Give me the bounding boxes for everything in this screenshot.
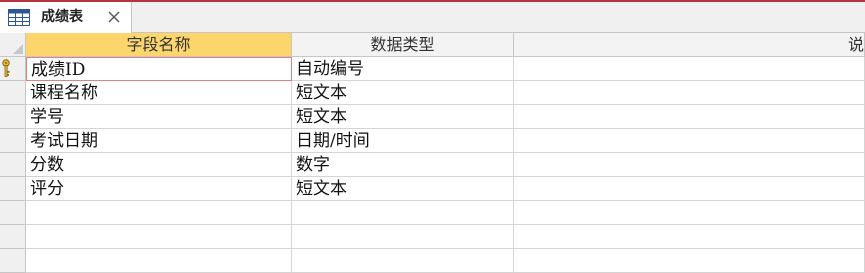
- primary-key-icon: [2, 59, 10, 77]
- row-selector[interactable]: [0, 225, 26, 249]
- table-row: 课程名称 短文本: [0, 81, 865, 105]
- table-row: [0, 225, 865, 249]
- data-type-cell[interactable]: 短文本: [292, 105, 514, 129]
- field-name-cell[interactable]: 考试日期: [26, 129, 292, 153]
- description-cell[interactable]: [514, 105, 865, 129]
- data-type-cell[interactable]: 自动编号: [292, 57, 514, 81]
- row-selector[interactable]: [0, 177, 26, 201]
- description-cell[interactable]: [514, 129, 865, 153]
- document-tab-score-table[interactable]: 成绩表: [0, 2, 132, 33]
- field-name-cell[interactable]: [26, 201, 292, 225]
- data-type-cell[interactable]: [292, 249, 514, 273]
- column-header-description[interactable]: 说: [514, 33, 865, 57]
- description-cell[interactable]: [514, 225, 865, 249]
- field-name-cell[interactable]: 学号: [26, 105, 292, 129]
- table-row: [0, 249, 865, 273]
- data-type-cell[interactable]: 短文本: [292, 177, 514, 201]
- field-name-cell[interactable]: [26, 249, 292, 273]
- field-name-cell[interactable]: 成绩ID: [26, 57, 292, 81]
- select-all-corner[interactable]: [0, 33, 26, 57]
- data-type-cell[interactable]: [292, 201, 514, 225]
- table-design-grid: 字段名称 数据类型 说 成绩ID 自动编号 课程名称 短文本 学号 短文本 考试日期 日期/时…: [0, 33, 865, 273]
- row-selector[interactable]: [0, 129, 26, 153]
- column-header-row: 字段名称 数据类型 说: [0, 33, 865, 57]
- field-name-cell[interactable]: 分数: [26, 153, 292, 177]
- row-selector[interactable]: [0, 201, 26, 225]
- field-name-cell[interactable]: 课程名称: [26, 81, 292, 105]
- data-type-cell[interactable]: [292, 225, 514, 249]
- row-selector[interactable]: [0, 249, 26, 273]
- table-row: 考试日期 日期/时间: [0, 129, 865, 153]
- close-icon[interactable]: [106, 9, 122, 25]
- data-type-cell[interactable]: 数字: [292, 153, 514, 177]
- description-cell[interactable]: [514, 57, 865, 81]
- data-type-cell[interactable]: 短文本: [292, 81, 514, 105]
- field-name-cell[interactable]: 评分: [26, 177, 292, 201]
- field-name-cell[interactable]: [26, 225, 292, 249]
- corner-triangle-icon: [13, 44, 23, 54]
- table-row: 分数 数字: [0, 153, 865, 177]
- data-type-cell[interactable]: 日期/时间: [292, 129, 514, 153]
- column-header-field-name[interactable]: 字段名称: [26, 33, 292, 57]
- table-row: [0, 201, 865, 225]
- description-cell[interactable]: [514, 81, 865, 105]
- table-icon: [8, 9, 30, 26]
- row-selector[interactable]: [0, 105, 26, 129]
- column-header-data-type[interactable]: 数据类型: [292, 33, 514, 57]
- description-cell[interactable]: [514, 249, 865, 273]
- description-cell[interactable]: [514, 177, 865, 201]
- table-row: 学号 短文本: [0, 105, 865, 129]
- tab-title: 成绩表: [41, 9, 83, 25]
- row-selector[interactable]: [0, 153, 26, 177]
- table-row: 评分 短文本: [0, 177, 865, 201]
- document-tab-strip: 成绩表: [0, 2, 865, 33]
- description-cell[interactable]: [514, 201, 865, 225]
- row-selector[interactable]: [0, 57, 26, 81]
- table-row: 成绩ID 自动编号: [0, 57, 865, 81]
- row-selector[interactable]: [0, 81, 26, 105]
- description-cell[interactable]: [514, 153, 865, 177]
